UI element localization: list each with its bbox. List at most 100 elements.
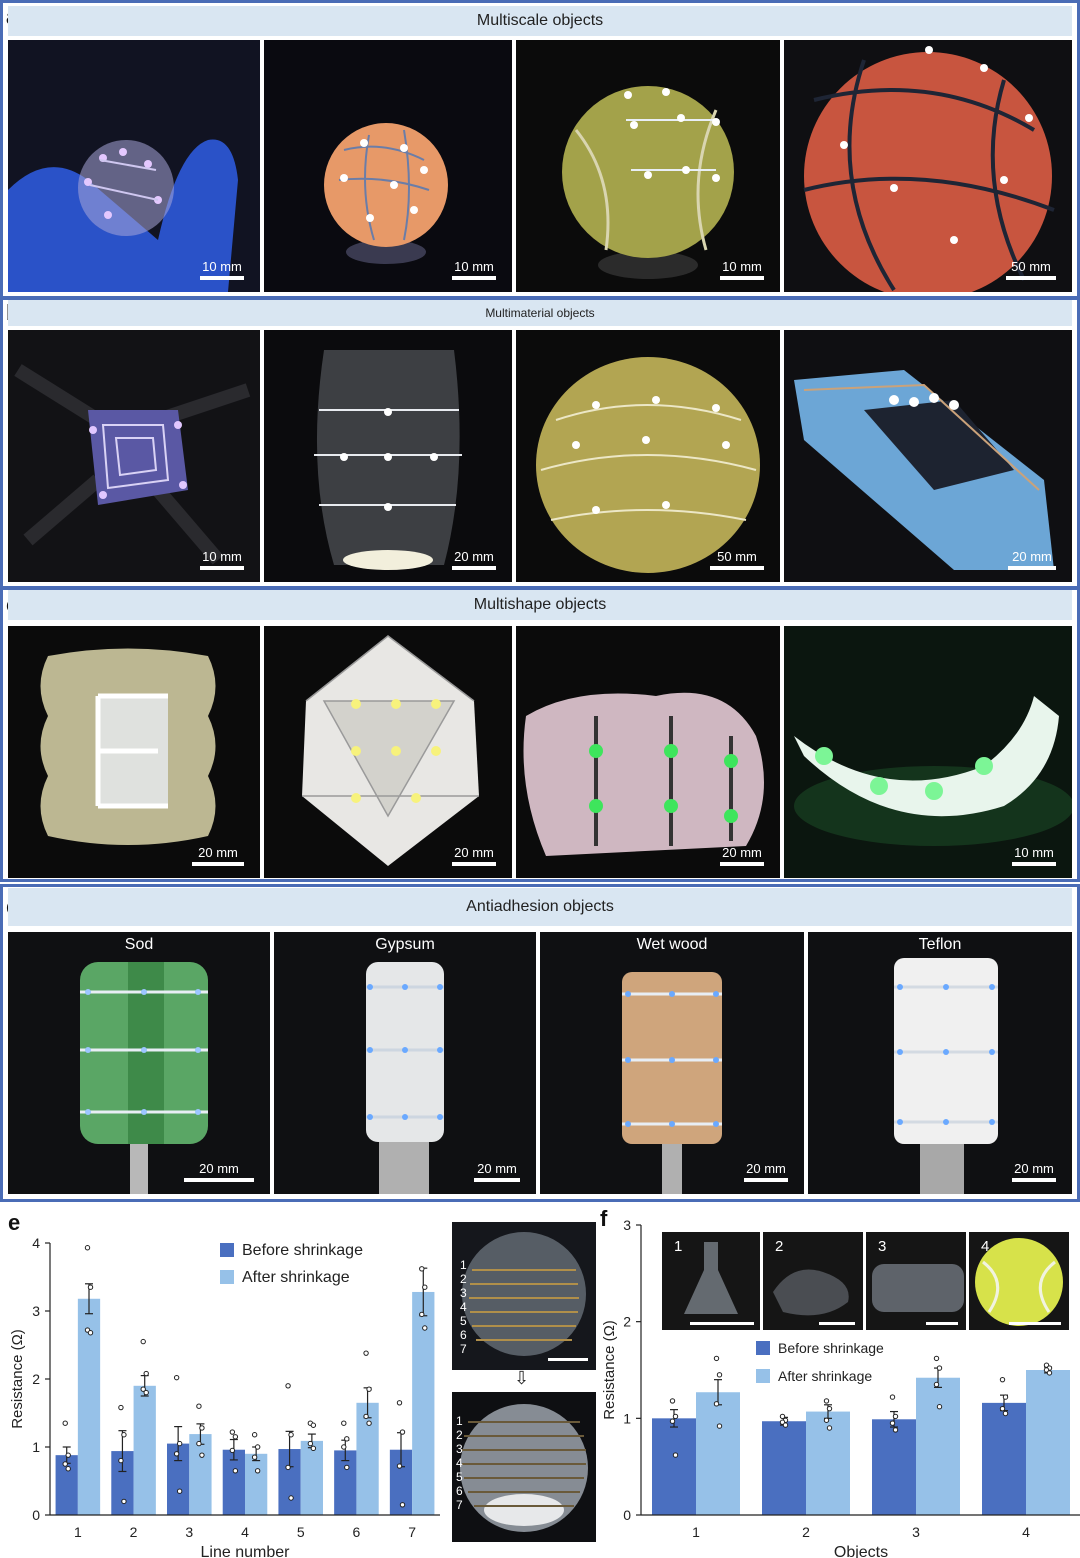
data-point (173, 1451, 180, 1457)
data-point (251, 1454, 258, 1460)
line-number-label: 5 (456, 1470, 463, 1484)
scale-bar: 20 mm (452, 549, 496, 570)
data-point (62, 1420, 68, 1426)
bar-before (982, 1402, 1026, 1515)
x-tick-label: 4 (241, 1524, 249, 1540)
data-point (716, 1372, 723, 1378)
y-tick-label: 2 (623, 1314, 631, 1330)
data-point (173, 1374, 180, 1381)
line-number-label: 2 (460, 1272, 467, 1286)
object-number-label: 3 (878, 1238, 887, 1255)
bar-before (652, 1418, 696, 1515)
data-point (422, 1325, 428, 1331)
bar-after (916, 1377, 960, 1515)
legend-label: Before shrinkage (778, 1340, 884, 1356)
inset-f-object-2-mouse: 2 (763, 1232, 863, 1330)
wet-wood-cylinder-illustration (540, 932, 804, 1194)
data-point (87, 1284, 94, 1290)
drone-illustration (8, 330, 260, 582)
bar-before (762, 1421, 806, 1515)
bar-after (133, 1385, 156, 1515)
data-point (199, 1425, 205, 1431)
data-point (933, 1381, 940, 1388)
horn-illustration (784, 626, 1072, 878)
data-point (285, 1383, 291, 1389)
data-point (84, 1245, 91, 1251)
inset-e-numbers-after: 1 2 3 4 5 6 7 (456, 1414, 463, 1512)
panel-a-title: Multiscale objects (8, 6, 1072, 36)
data-point (669, 1418, 676, 1424)
data-point (399, 1429, 406, 1435)
sphere-after-illustration (452, 1392, 596, 1542)
bar-after (696, 1392, 740, 1515)
x-tick-label: 4 (1022, 1524, 1030, 1540)
photo-b4-toy-car: 20 mm (784, 330, 1072, 582)
data-point (176, 1488, 183, 1494)
panel-c-title: Multishape objects (8, 590, 1072, 620)
data-point (143, 1389, 149, 1396)
line-number-label: 1 (456, 1414, 463, 1428)
data-point (341, 1420, 347, 1426)
bar-after (412, 1291, 435, 1515)
x-tick-label: 1 (74, 1524, 82, 1540)
data-point (999, 1405, 1006, 1412)
photo-label: Gypsum (375, 936, 435, 953)
data-point (176, 1440, 183, 1447)
data-point (229, 1429, 236, 1435)
data-point (396, 1400, 403, 1406)
panel-d-title: Antiadhesion objects (8, 888, 1072, 926)
line-number-label: 3 (456, 1442, 463, 1456)
data-point (933, 1355, 940, 1362)
x-tick-label: 2 (802, 1524, 810, 1540)
resistance-line-number-chart: 1 2 3 4 5 6 7 0 1 2 3 4 Line number Resistance (Ω) Bef… (9, 1235, 440, 1558)
data-point (422, 1284, 428, 1290)
scale-bar: 20 mm (184, 1161, 254, 1182)
photo-b1-drone: 10 mm (8, 330, 260, 582)
polyhedron-illustration (264, 626, 512, 878)
y-tick-label: 3 (32, 1303, 40, 1319)
scale-bar: 10 mm (720, 259, 764, 280)
photo-c3-curved-shape: 20 mm (516, 626, 780, 878)
data-point (310, 1445, 317, 1452)
x-tick-label: 7 (408, 1524, 416, 1540)
bar-after (189, 1434, 212, 1515)
teflon-cylinder-illustration (808, 932, 1072, 1194)
data-point (366, 1420, 372, 1426)
scale-bar: 20 mm (452, 845, 496, 866)
inset-f-object-4-tennis-ball: 4 (969, 1232, 1069, 1330)
scale-bar: 10 mm (200, 549, 244, 570)
data-point (1002, 1394, 1009, 1400)
data-point (399, 1502, 406, 1508)
data-point (310, 1422, 317, 1428)
data-point (782, 1422, 789, 1428)
data-point (65, 1466, 71, 1472)
scale-bar: 20 mm (720, 845, 764, 866)
gypsum-cylinder-illustration (274, 932, 536, 1194)
scale-bar: 20 mm (744, 1161, 788, 1182)
legend-label: Before shrinkage (242, 1242, 363, 1259)
toy-car-illustration (784, 330, 1072, 582)
y-axis-label: Resistance (Ω) (9, 1329, 26, 1429)
x-tick-label: 6 (353, 1524, 361, 1540)
data-point (826, 1425, 833, 1431)
line-number-label: 7 (456, 1498, 463, 1512)
inset-e-after-photo: 1 2 3 4 5 6 7 (452, 1392, 596, 1542)
line-number-label: 5 (460, 1314, 467, 1328)
glass-cup-illustration (264, 330, 512, 582)
data-point (87, 1330, 94, 1336)
data-point (254, 1468, 261, 1474)
line-number-label: 3 (460, 1286, 467, 1300)
bar-after (245, 1453, 268, 1515)
data-point (1046, 1370, 1053, 1376)
bar-after (300, 1440, 323, 1515)
data-point (716, 1423, 723, 1429)
basketball-illustration (784, 40, 1072, 292)
photo-b3-pomelo: 50 mm (516, 330, 780, 582)
y-axis-label: Resistance (Ω) (601, 1320, 618, 1420)
sod-cylinder-illustration (8, 932, 270, 1194)
data-point (344, 1464, 350, 1471)
y-tick-label: 3 (623, 1217, 631, 1233)
panel-b-title: Multimaterial objects (8, 300, 1072, 326)
data-point (232, 1434, 239, 1440)
data-point (232, 1468, 239, 1474)
